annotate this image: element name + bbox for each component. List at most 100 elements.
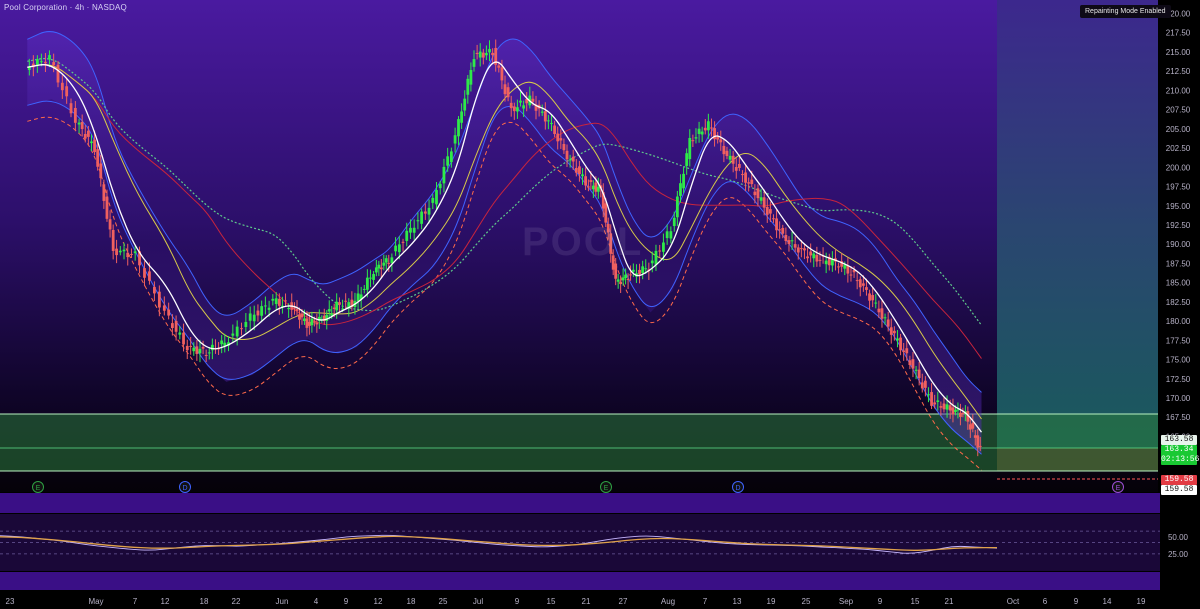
candle-body — [799, 248, 803, 250]
time-tick-label: 25 — [802, 597, 811, 606]
candle-body — [420, 211, 424, 224]
candle-body — [778, 229, 782, 231]
candle-body — [438, 184, 442, 189]
candle-body — [803, 248, 806, 251]
candle-body — [753, 191, 757, 196]
candle-body — [263, 305, 267, 307]
lower-zone-price-tag: 159.58 — [1161, 485, 1197, 495]
candle-body — [387, 262, 391, 264]
candle-body — [463, 98, 467, 111]
price-chart[interactable]: 220.00217.50215.00212.50210.00207.50205.… — [0, 0, 1200, 609]
candle-body — [481, 52, 485, 58]
candle-body — [509, 102, 513, 109]
price-tick-label: 170.00 — [1166, 394, 1191, 403]
candle-body — [182, 332, 185, 345]
candle-body — [506, 87, 510, 98]
candle-body — [571, 156, 575, 162]
dividend-marker: D — [732, 481, 744, 493]
candle-body — [105, 196, 109, 219]
candle-body — [133, 251, 137, 254]
symbol-title[interactable]: Pool Corporation · 4h · NASDAQ — [4, 3, 127, 12]
candle-body — [60, 82, 64, 91]
time-tick-label: 25 — [439, 597, 448, 606]
candle-body — [951, 407, 955, 415]
candle-body — [167, 309, 171, 316]
upper-zone-price-tag: 163.58 — [1161, 435, 1197, 445]
candle-body — [621, 277, 625, 281]
candle-body — [759, 197, 763, 201]
candle-body — [491, 52, 495, 56]
candle-body — [565, 150, 569, 160]
earnings-marker: E — [32, 481, 44, 493]
candle-body — [338, 302, 341, 305]
candle-body — [189, 345, 193, 347]
candle-body — [86, 130, 90, 137]
candle-body — [519, 100, 522, 103]
candle-body — [936, 400, 940, 402]
candle-body — [591, 185, 595, 190]
candle-body — [675, 196, 679, 218]
candle-body — [806, 256, 809, 259]
time-tick-label: 9 — [878, 597, 883, 606]
price-tick-label: 175.00 — [1166, 356, 1191, 365]
time-tick-label: 27 — [619, 597, 628, 606]
candle-body — [397, 244, 401, 253]
candle-body — [968, 424, 972, 430]
candle-body — [93, 139, 96, 153]
candle-body — [111, 229, 115, 251]
time-tick-label: 4 — [314, 597, 319, 606]
time-tick-label: 19 — [1137, 597, 1146, 606]
time-tick-label: Aug — [661, 597, 675, 606]
price-tick-label: 187.50 — [1166, 259, 1191, 268]
candle-body — [930, 392, 933, 406]
candle-body — [892, 330, 896, 334]
candle-body — [401, 241, 405, 243]
price-tick-label: 212.50 — [1166, 67, 1191, 76]
candle-body — [390, 257, 394, 264]
candle-body — [374, 267, 378, 273]
candle-body — [143, 268, 146, 278]
candle-body — [815, 254, 819, 262]
candle-body — [543, 111, 547, 122]
candle-body — [961, 413, 965, 415]
time-tick-label: Jun — [276, 597, 289, 606]
candle-body — [99, 163, 103, 179]
candle-body — [312, 321, 316, 323]
upcoming-earnings-marker-label: E — [1116, 485, 1121, 492]
candle-body — [578, 166, 581, 175]
candle-body — [460, 111, 464, 123]
time-tick-label: Oct — [1007, 597, 1020, 606]
candle-body — [920, 382, 924, 389]
candle-body — [568, 159, 572, 161]
price-tick-label: 197.50 — [1166, 183, 1191, 192]
candle-body — [192, 347, 196, 352]
candle-body — [379, 267, 383, 270]
time-tick-label: 12 — [161, 597, 170, 606]
candle-body — [362, 288, 366, 290]
candle-body — [178, 332, 182, 335]
time-tick-label: 7 — [703, 597, 708, 606]
candle-body — [382, 262, 386, 266]
candle-body — [728, 155, 732, 160]
current-price-value: 163.34 — [1164, 445, 1194, 454]
candle-body — [210, 344, 214, 351]
candle-body — [747, 182, 751, 184]
candle-body — [77, 122, 81, 125]
candle-body — [658, 250, 662, 252]
candle-body — [204, 355, 208, 357]
candle-body — [927, 394, 930, 396]
candle-body — [384, 258, 388, 263]
candle-body — [868, 293, 871, 301]
candle-body — [409, 227, 412, 233]
candle-body — [516, 107, 519, 112]
candle-body — [365, 277, 369, 290]
candle-body — [631, 269, 635, 272]
candle-body — [157, 291, 161, 308]
candle-body — [118, 250, 122, 253]
candle-body — [271, 298, 275, 301]
candle-body — [790, 240, 794, 242]
candle-body — [762, 197, 766, 208]
candle-body — [896, 338, 899, 341]
candle-body — [672, 217, 676, 227]
candle-body — [933, 402, 937, 405]
